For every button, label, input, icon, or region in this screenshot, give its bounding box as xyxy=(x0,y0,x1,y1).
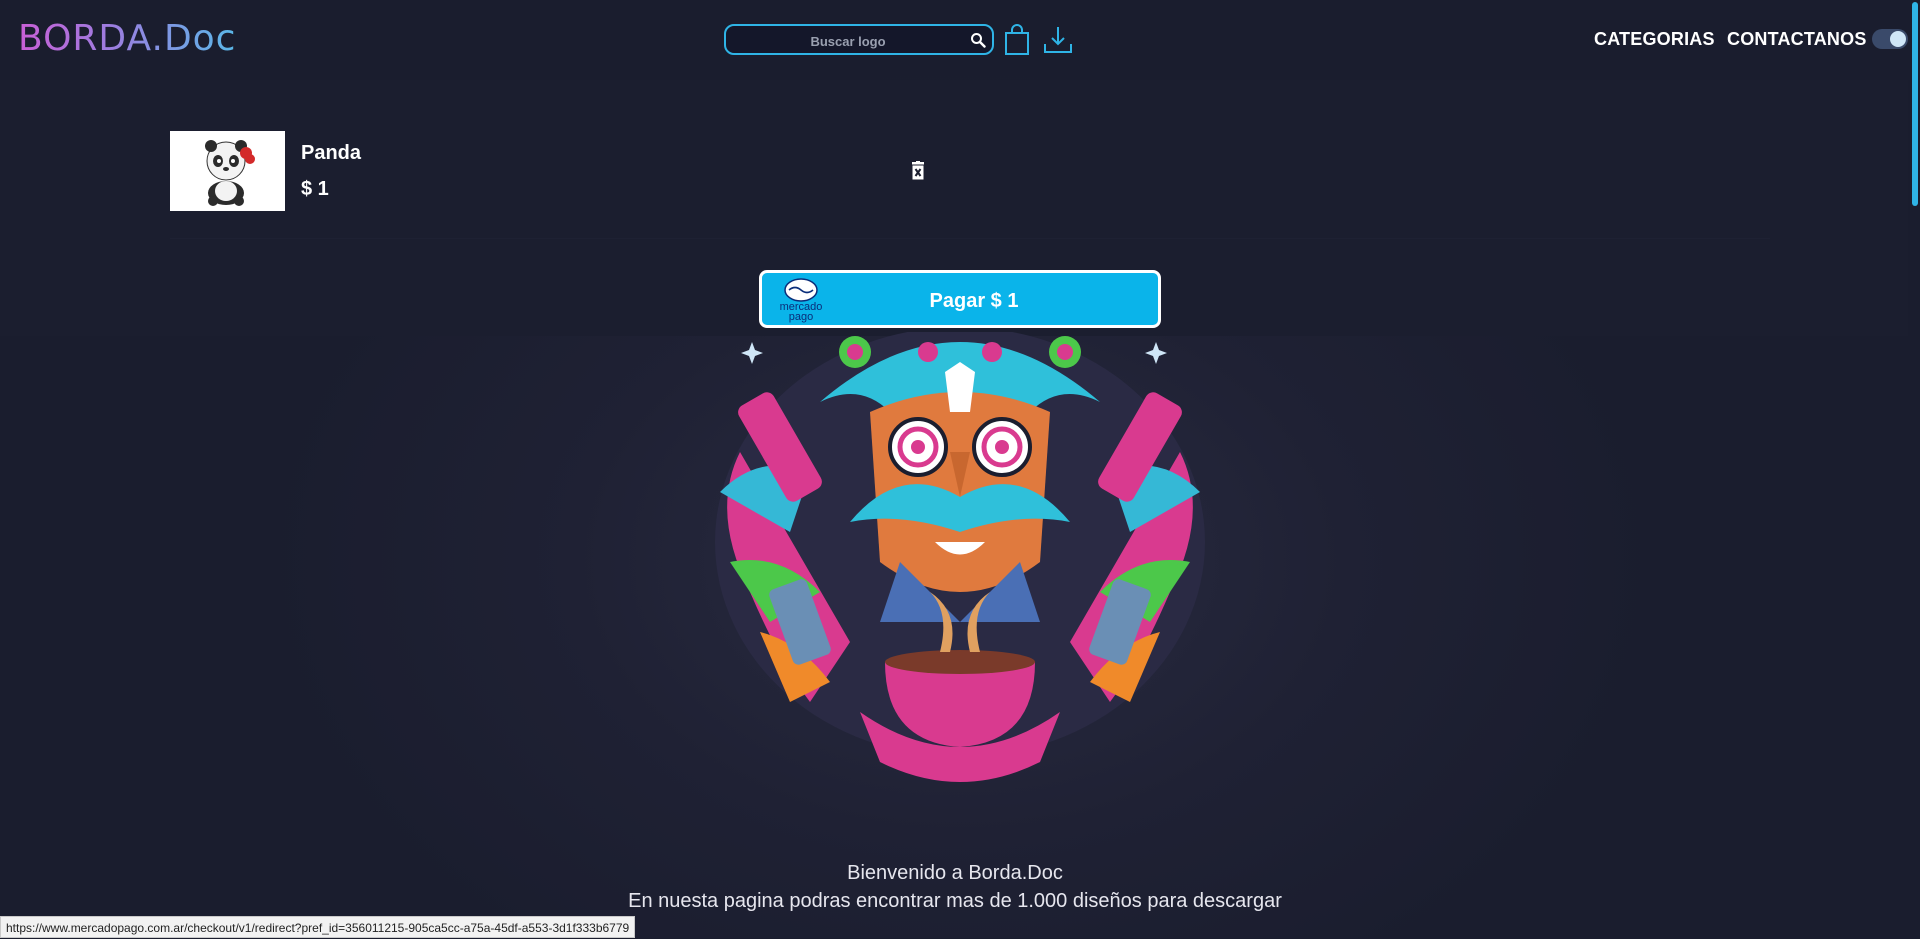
site-logo[interactable]: BORDA.Doc xyxy=(18,18,236,59)
theme-toggle[interactable] xyxy=(1872,29,1908,49)
search-box xyxy=(724,24,994,55)
welcome-subtitle: En nuesta pagina podras encontrar mas de… xyxy=(628,890,1282,912)
nav-contact-link[interactable]: CONTACTANOS xyxy=(1727,29,1867,50)
hero-mascot-illustration xyxy=(715,332,1205,782)
status-bar-url: https://www.mercadopago.com.ar/checkout/… xyxy=(0,916,636,938)
download-icon[interactable] xyxy=(1042,24,1074,56)
pay-button-label: Pagar $ 1 xyxy=(929,290,1019,312)
pay-button[interactable]: mercado pago Pagar $ 1 xyxy=(759,270,1161,328)
cart-item-thumbnail xyxy=(170,131,285,211)
cart-item-price: $ 1 xyxy=(301,178,329,200)
cart-item-name: Panda xyxy=(301,142,362,164)
top-navbar: BORDA.Doc CATEGORIAS CONTACTANOS xyxy=(0,0,1920,80)
toggle-knob xyxy=(1890,31,1906,47)
cart-item-row xyxy=(170,130,1770,239)
shopping-bag-icon[interactable] xyxy=(1004,24,1030,56)
panda-logo-image xyxy=(205,140,255,206)
search-icon[interactable] xyxy=(970,32,986,48)
trash-icon[interactable] xyxy=(910,161,926,181)
welcome-heading: Bienvenido a Borda.Doc xyxy=(847,862,1063,884)
scrollbar-thumb[interactable] xyxy=(1912,2,1918,206)
nav-categories-link[interactable]: CATEGORIAS xyxy=(1594,29,1715,50)
search-input[interactable] xyxy=(736,29,960,53)
